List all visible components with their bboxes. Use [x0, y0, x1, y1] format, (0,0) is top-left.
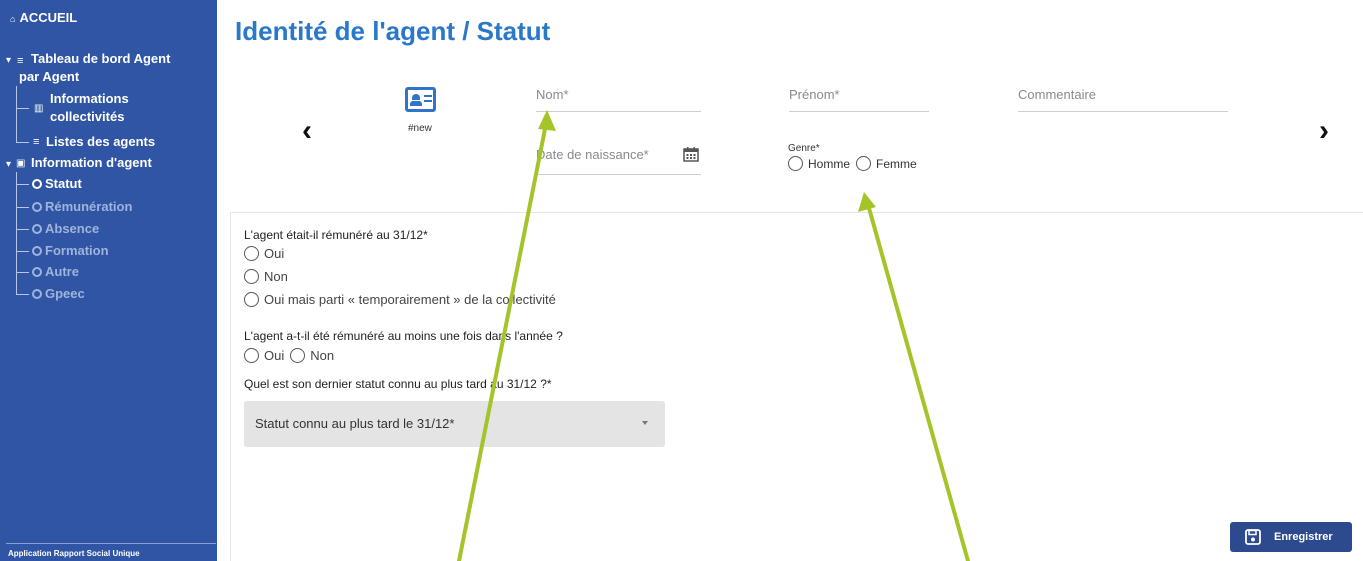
tree-line: [16, 251, 29, 252]
section-divider-vertical: [230, 212, 231, 561]
section-divider: [230, 212, 1363, 213]
tree-line: [16, 272, 29, 273]
nom-field-wrap: [536, 85, 701, 112]
tree-line: [16, 108, 29, 109]
sidebar-item-listes-agents[interactable]: Listes des agents: [46, 134, 155, 150]
agent-info-icon: ▣: [16, 158, 26, 169]
genre-label: Genre*: [788, 143, 820, 154]
chevron-right-icon[interactable]: ›: [1319, 116, 1329, 146]
prenom-field-wrap: [789, 85, 929, 112]
option-oui[interactable]: Oui: [244, 246, 284, 261]
tree-line: [16, 142, 29, 143]
genre-femme-label: Femme: [876, 156, 917, 171]
option-label: Oui mais parti « temporairement » de la …: [264, 292, 556, 307]
tree-line: [16, 86, 17, 142]
sidebar-item-statut[interactable]: Statut: [32, 176, 82, 192]
option-label: Non: [264, 269, 288, 284]
date-naissance-field[interactable]: [536, 145, 676, 163]
statut-select[interactable]: Statut connu au plus tard le 31/12*: [244, 401, 665, 447]
genre-femme-radio[interactable]: [856, 156, 872, 171]
chevron-left-icon[interactable]: ‹: [302, 116, 312, 146]
arrowhead-icon: [538, 110, 556, 131]
sidebar-item-remuneration[interactable]: Rémunération: [32, 199, 132, 215]
sidebar-item-label: Absence: [45, 221, 100, 236]
sidebar-item-dashboard-line2[interactable]: par Agent: [19, 69, 79, 85]
list-icon: ≡: [33, 136, 40, 148]
sidebar-item-label: ACCUEIL: [19, 10, 78, 25]
sidebar-item-label: Rémunération: [45, 199, 133, 214]
page-title: Identité de l'agent / Statut: [235, 16, 551, 46]
arrowhead-icon: [858, 192, 876, 212]
genre-radio-group: Homme Femme: [788, 156, 923, 171]
sidebar-item-accueil[interactable]: ⌂ ACCUEIL: [10, 10, 77, 27]
option-label: Oui: [264, 348, 285, 363]
app-root: ⌂ ACCUEIL ▾ ≡ Tableau de bord Agent par A…: [0, 0, 1363, 561]
radio-non-annee[interactable]: [290, 348, 306, 363]
commentaire-field[interactable]: [1018, 85, 1228, 103]
commentaire-field-wrap: [1018, 85, 1228, 112]
id-card-icon: [405, 87, 436, 112]
prenom-field[interactable]: [789, 85, 929, 103]
option-group-annee: Oui Non: [244, 348, 340, 363]
tree-line: [16, 229, 29, 230]
sidebar-item-dashboard[interactable]: Tableau de bord Agent: [31, 51, 170, 67]
option-non[interactable]: Non: [244, 269, 288, 284]
circle-icon: [32, 267, 42, 277]
circle-icon: [32, 289, 42, 299]
sidebar-item-information-agent[interactable]: Information d'agent: [31, 155, 152, 171]
sidebar-item-informations-collectivites-line2[interactable]: collectivités: [50, 109, 124, 125]
building-icon: ▥: [34, 103, 44, 114]
calendar-icon[interactable]: [683, 146, 699, 162]
genre-homme-radio[interactable]: [788, 156, 803, 171]
statut-select-value: Statut connu au plus tard le 31/12*: [255, 416, 455, 431]
sidebar-item-absence[interactable]: Absence: [32, 221, 99, 237]
sidebar-item-autre[interactable]: Autre: [32, 264, 79, 280]
option-oui-parti[interactable]: Oui mais parti « temporairement » de la …: [244, 292, 556, 307]
chevron-down-icon[interactable]: ▾: [6, 157, 11, 173]
sidebar-footer: Application Rapport Social Unique: [8, 549, 140, 558]
tree-line: [16, 172, 17, 294]
annotation-arrow-genre: [865, 199, 970, 561]
question-remunere-annee: L'agent a-t-il été rémunéré au moins une…: [244, 329, 563, 343]
nom-field[interactable]: [536, 85, 701, 103]
circle-icon: [32, 202, 42, 212]
sidebar-item-label: Statut: [45, 176, 82, 191]
sidebar-item-label: Gpeec: [45, 286, 85, 301]
circle-icon: [32, 224, 42, 234]
home-icon: ⌂: [10, 14, 16, 24]
chevron-down-icon[interactable]: ▾: [6, 53, 11, 69]
radio-oui-parti[interactable]: [244, 292, 259, 307]
date-naissance-field-wrap: [536, 145, 701, 175]
dashboard-icon: ≡: [17, 55, 24, 67]
sidebar: ⌂ ACCUEIL ▾ ≡ Tableau de bord Agent par A…: [0, 0, 217, 561]
sidebar-item-gpeec[interactable]: Gpeec: [32, 286, 85, 302]
save-button[interactable]: Enregistrer: [1230, 522, 1352, 552]
tree-line: [16, 294, 29, 295]
tree-line: [16, 207, 29, 208]
option-label: Non: [310, 348, 335, 363]
circle-icon: [32, 179, 42, 189]
radio-oui-annee[interactable]: [244, 348, 259, 363]
caret-down-icon: [642, 421, 648, 425]
new-record-tag: #new: [408, 123, 432, 134]
sidebar-item-label: Autre: [45, 264, 79, 279]
sidebar-item-label: Formation: [45, 243, 109, 258]
floppy-disk-icon: [1245, 529, 1261, 545]
save-button-label: Enregistrer: [1274, 531, 1333, 543]
sidebar-footer-divider: [6, 543, 216, 544]
tree-line: [16, 184, 29, 185]
sidebar-item-formation[interactable]: Formation: [32, 243, 109, 259]
question-dernier-statut: Quel est son dernier statut connu au plu…: [244, 377, 552, 391]
genre-homme-label: Homme: [808, 156, 851, 171]
radio-oui[interactable]: [244, 246, 259, 261]
question-remunere-31-12: L'agent était-il rémunéré au 31/12*: [244, 228, 428, 242]
sidebar-item-informations-collectivites[interactable]: Informations: [50, 91, 129, 107]
circle-icon: [32, 246, 42, 256]
radio-non[interactable]: [244, 269, 259, 284]
option-label: Oui: [264, 246, 285, 261]
